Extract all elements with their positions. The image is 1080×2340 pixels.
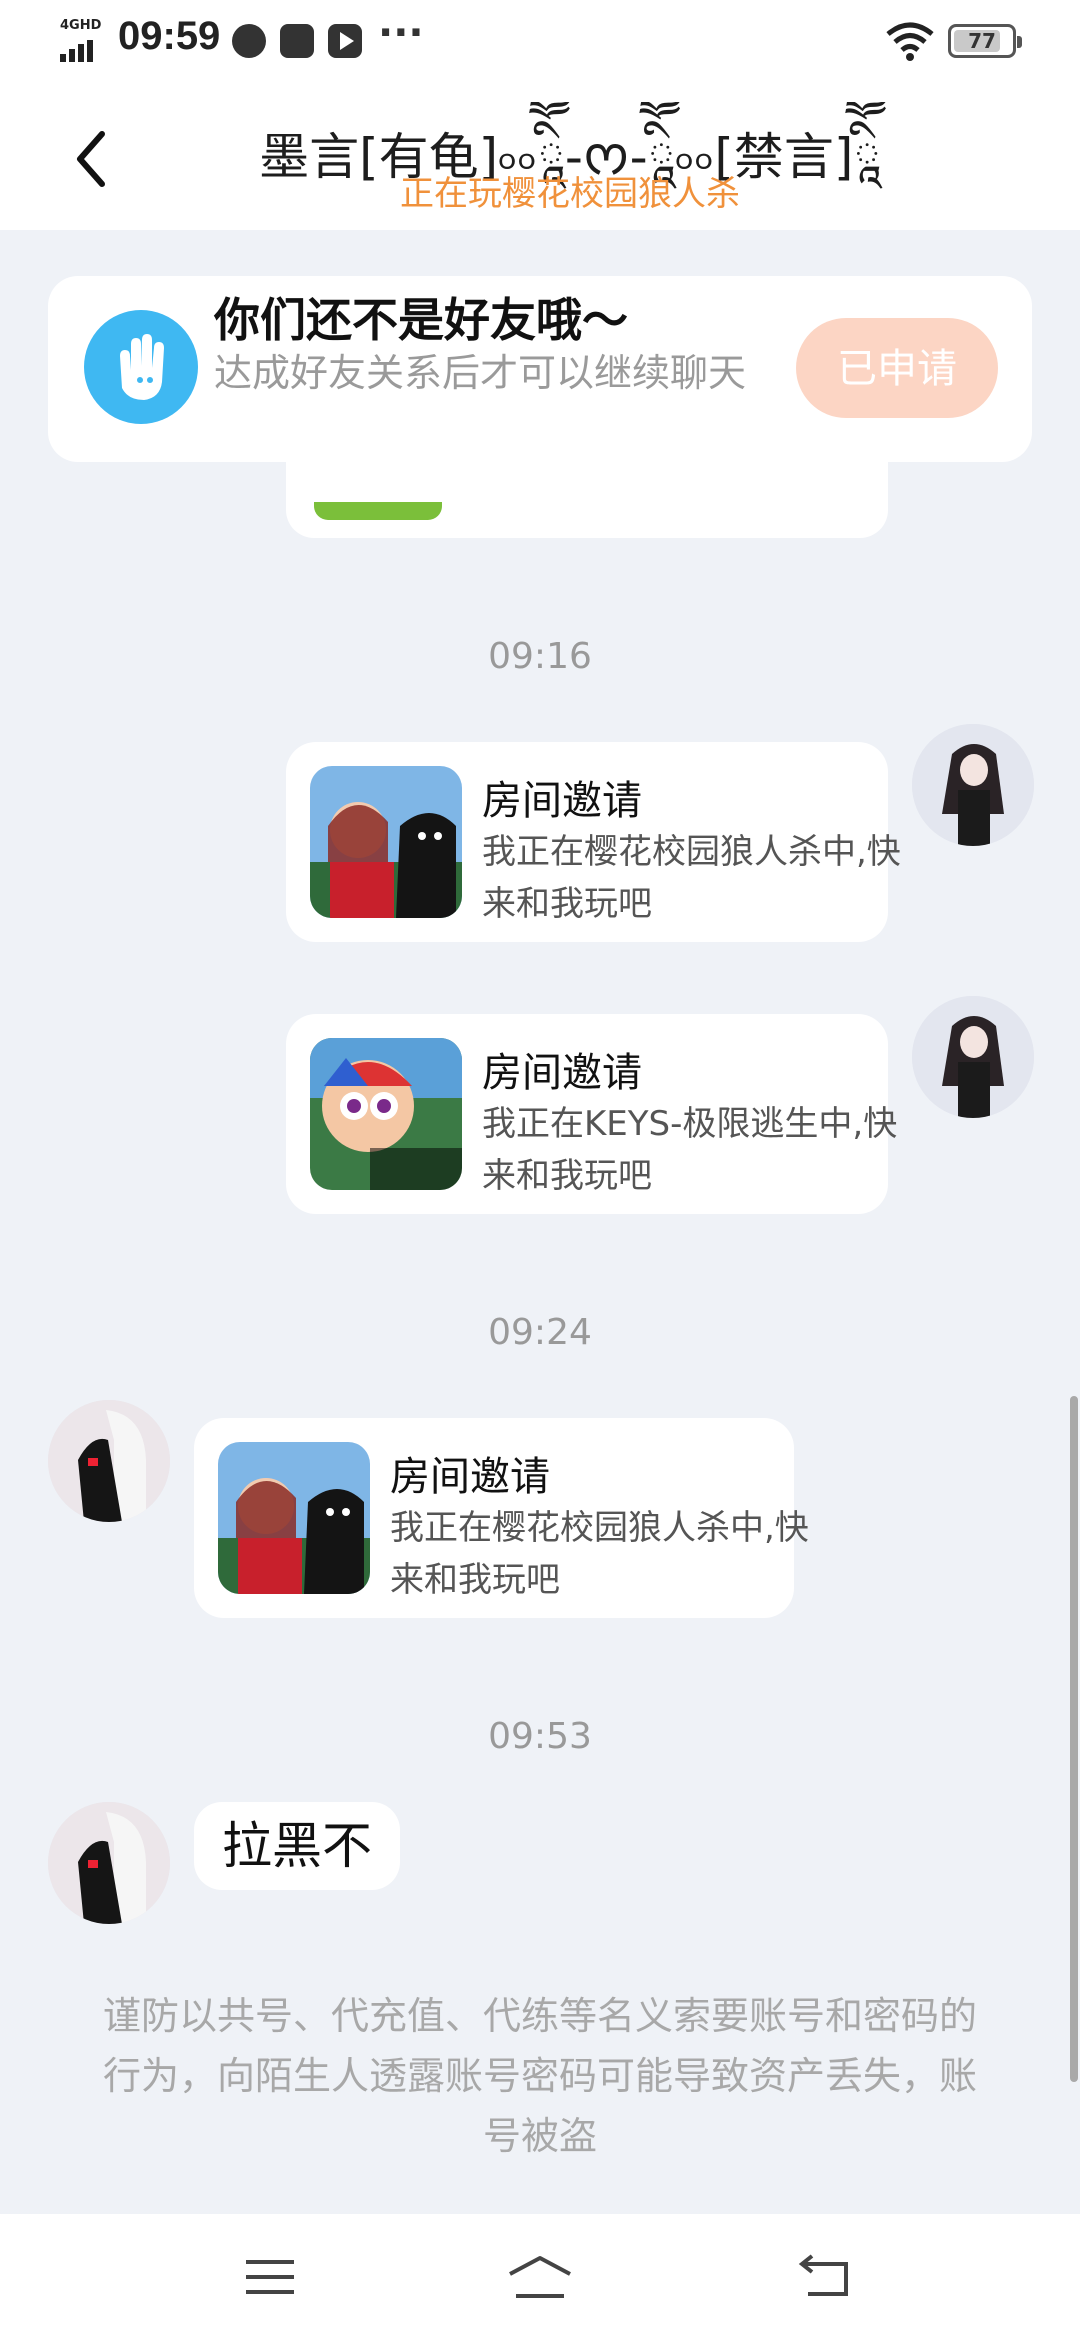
invite-title: 房间邀请 <box>482 778 642 824</box>
chevron-left-icon <box>77 131 105 187</box>
invite-text: 我正在樱花校园狼人杀中,快来和我玩吧 <box>390 1508 809 1600</box>
previous-message-card[interactable] <box>286 462 888 538</box>
room-invite-card[interactable]: 房间邀请 我正在KEYS-极限逃生中,快来和我玩吧 <box>286 1014 897 1214</box>
notice-title: 你们还不是好友哦～ <box>214 293 628 347</box>
battery-icon: 77 <box>948 24 1022 58</box>
network-type: 4GHD <box>60 18 102 33</box>
status-bar: 4GHD 09:59 ··· 77 <box>0 0 1080 84</box>
game-thumbnail <box>310 1038 462 1190</box>
wifi-icon <box>884 18 936 62</box>
game-thumbnail <box>218 1442 370 1594</box>
home-icon <box>509 2256 571 2298</box>
more-notifications: ··· <box>378 10 424 56</box>
status-time: 09:59 <box>118 14 221 58</box>
hand-wave-icon <box>84 310 198 424</box>
invite-title: 房间邀请 <box>390 1454 550 1500</box>
notice-description: 达成好友关系后才可以继续聊天 <box>214 351 747 395</box>
not-friends-notice: 你们还不是好友哦～ 达成好友关系后才可以继续聊天 已申请 <box>48 276 1032 462</box>
timestamp: 09:24 <box>488 1312 592 1353</box>
invite-text: 我正在樱花校园狼人杀中,快来和我玩吧 <box>482 832 901 924</box>
invite-title: 房间邀请 <box>482 1050 642 1096</box>
chat-header: 墨言[有龟]৹৹ཱིཽ-ᰔ-ཱིཽ৹৹[禁言]ཱིཽ 正在玩樱花校园狼人杀 <box>0 84 1080 230</box>
system-nav-bar <box>0 2214 1080 2340</box>
menu-icon <box>246 2260 294 2294</box>
timestamp: 09:16 <box>488 636 592 677</box>
applied-button[interactable]: 已申请 <box>796 318 998 418</box>
contact-avatar[interactable] <box>48 1400 170 1522</box>
cellular-signal-icon: 4GHD <box>60 18 106 62</box>
menu-button[interactable] <box>240 2252 300 2302</box>
text-message-bubble[interactable]: 拉黑不 <box>194 1802 400 1890</box>
back-arrow-icon <box>798 2254 848 2296</box>
contact-avatar[interactable] <box>48 1802 170 1924</box>
game-thumbnail <box>314 502 442 520</box>
my-avatar[interactable] <box>912 724 1034 846</box>
room-invite-card[interactable]: 房间邀请 我正在樱花校园狼人杀中,快来和我玩吧 <box>194 1418 809 1618</box>
scrollbar[interactable] <box>1070 1396 1078 2082</box>
game-thumbnail <box>310 766 462 918</box>
home-button[interactable] <box>504 2252 576 2302</box>
my-avatar[interactable] <box>912 996 1034 1118</box>
play-icon <box>328 24 362 58</box>
security-warning: 谨防以共号、代充值、代练等名义索要账号和密码的行为，向陌生人透露账号密码可能导致… <box>102 1994 977 2158</box>
battery-level: 77 <box>968 29 996 53</box>
return-button[interactable] <box>796 2252 856 2302</box>
timestamp: 09:53 <box>488 1716 592 1757</box>
contact-status: 正在玩樱花校园狼人杀 <box>400 174 740 214</box>
back-button[interactable] <box>70 124 114 194</box>
wechat-icon <box>232 24 266 58</box>
mail-icon <box>280 24 314 58</box>
invite-text: 我正在KEYS-极限逃生中,快来和我玩吧 <box>482 1104 898 1196</box>
room-invite-card[interactable]: 房间邀请 我正在樱花校园狼人杀中,快来和我玩吧 <box>286 742 901 942</box>
